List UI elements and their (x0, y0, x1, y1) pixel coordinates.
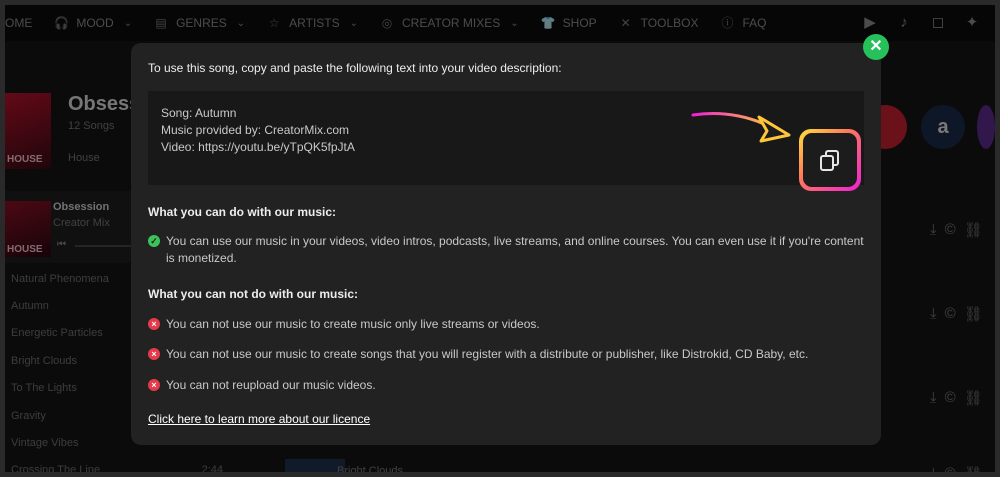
cannot-item-text: You can not use our music to create song… (166, 347, 809, 361)
can-heading: What you can do with our music: (148, 205, 337, 219)
cannot-item: × You can not reupload our music videos. (148, 377, 864, 394)
check-circle-icon: ✓ (148, 235, 160, 247)
close-button[interactable]: ✕ (863, 34, 889, 60)
close-icon: ✕ (869, 38, 883, 55)
copy-button-inner (803, 133, 857, 187)
copy-button[interactable] (799, 129, 861, 191)
can-item: ✓ You can use our music in your videos, … (148, 233, 864, 267)
cannot-item-text: You can not use our music to create musi… (166, 317, 540, 331)
modal-intro: To use this song, copy and paste the fol… (148, 61, 562, 75)
cannot-item-text: You can not reupload our music videos. (166, 378, 376, 392)
can-item-text: You can use our music in your videos, vi… (166, 234, 864, 265)
app-frame: OME 🎧 MOOD ⌄ ▤ GENRES ⌄ ☆ ARTISTS ⌄ ◎ CR… (0, 0, 1000, 477)
x-circle-icon: × (148, 348, 160, 360)
x-circle-icon: × (148, 318, 160, 330)
cannot-heading: What you can not do with our music: (148, 287, 358, 301)
copy-icon (820, 150, 839, 171)
cannot-item: × You can not use our music to create so… (148, 346, 864, 363)
cannot-item: × You can not use our music to create mu… (148, 316, 864, 333)
x-circle-icon: × (148, 379, 160, 391)
licence-link[interactable]: Click here to learn more about our licen… (148, 412, 370, 426)
arrow-icon (691, 112, 791, 143)
licence-modal: To use this song, copy and paste the fol… (131, 43, 881, 445)
